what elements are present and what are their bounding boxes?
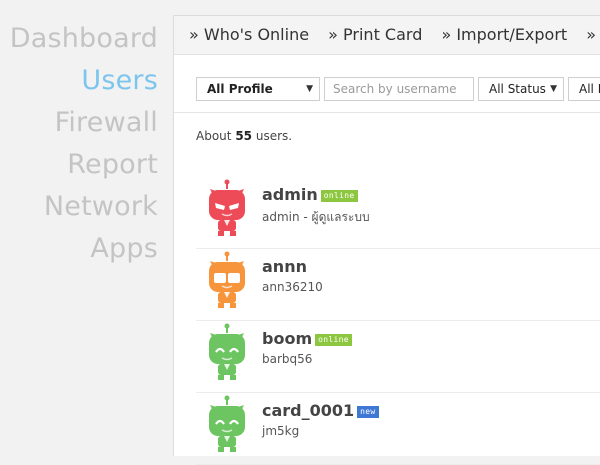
user-count-number: 55 <box>235 129 253 143</box>
profile-select[interactable]: All Profile ▼ <box>196 77 320 101</box>
user-name[interactable]: boom online <box>262 329 352 348</box>
user-row[interactable]: card_0001 new jm5kg <box>196 393 600 465</box>
tab-import-export[interactable]: » Import/Export <box>441 16 567 54</box>
user-name-text: admin <box>262 185 318 204</box>
tab-print-card[interactable]: » Print Card <box>328 16 422 54</box>
user-count-suffix: users. <box>255 129 293 143</box>
caret-down-icon: ▼ <box>550 84 557 94</box>
sidebar-item-firewall[interactable]: Firewall <box>0 102 158 144</box>
user-subtitle: jm5kg <box>262 424 300 438</box>
user-count-prefix: About <box>196 129 232 143</box>
divider <box>174 112 600 113</box>
tab-whos-online[interactable]: » Who's Online <box>189 16 309 54</box>
user-name[interactable]: card_0001 new <box>262 401 379 420</box>
red-robot-icon <box>206 179 248 237</box>
user-subtitle: barbq56 <box>262 352 313 366</box>
user-subtitle: admin - ผู้ดูแลระบบ <box>262 210 370 224</box>
caret-down-icon: ▼ <box>306 84 313 94</box>
user-count: About 55 users. <box>196 129 292 143</box>
user-name-text: annn <box>262 257 307 276</box>
orange-robot-icon <box>206 251 248 309</box>
status-select-value: All Status <box>489 82 546 96</box>
sidebar-item-dashboard[interactable]: Dashboard <box>0 18 158 60</box>
user-row[interactable]: boom online barbq56 <box>196 321 600 393</box>
search-input[interactable]: Search by username <box>324 77 474 101</box>
user-row[interactable]: admin online admin - ผู้ดูแลระบบ <box>196 177 600 249</box>
user-row[interactable]: annn ann36210 <box>196 249 600 321</box>
status-badge: online <box>315 334 352 346</box>
tab-profile[interactable]: » Profil <box>586 16 600 54</box>
sidebar-item-network[interactable]: Network <box>0 186 158 228</box>
user-list: admin online admin - ผู้ดูแลระบบ annn ann362… <box>196 177 600 465</box>
status-badge: new <box>357 406 379 418</box>
profile-select-value: All Profile <box>207 82 273 96</box>
user-name[interactable]: annn <box>262 257 307 276</box>
user-subtitle: ann36210 <box>262 280 323 294</box>
user-name-text: card_0001 <box>262 401 355 420</box>
sidebar-item-apps[interactable]: Apps <box>0 228 158 270</box>
search-placeholder: Search by username <box>333 82 457 96</box>
user-name-text: boom <box>262 329 313 348</box>
user-name[interactable]: admin online <box>262 185 358 204</box>
status-badge: online <box>320 190 358 202</box>
fourth-select-value: All R <box>579 82 600 96</box>
green-robot-icon <box>206 323 248 381</box>
filter-bar: All Profile ▼ Search by username All Sta… <box>196 77 600 101</box>
users-panel: » Who's Online » Print Card » Import/Exp… <box>173 15 600 465</box>
status-select[interactable]: All Status ▼ <box>478 77 564 101</box>
subnav-tabs: » Who's Online » Print Card » Import/Exp… <box>174 16 600 55</box>
sidebar-item-report[interactable]: Report <box>0 144 158 186</box>
sidebar-nav: Dashboard Users Firewall Report Network … <box>0 18 158 270</box>
fourth-select[interactable]: All R <box>568 77 600 101</box>
green-robot-icon <box>206 395 248 453</box>
sidebar-item-users[interactable]: Users <box>0 60 158 102</box>
